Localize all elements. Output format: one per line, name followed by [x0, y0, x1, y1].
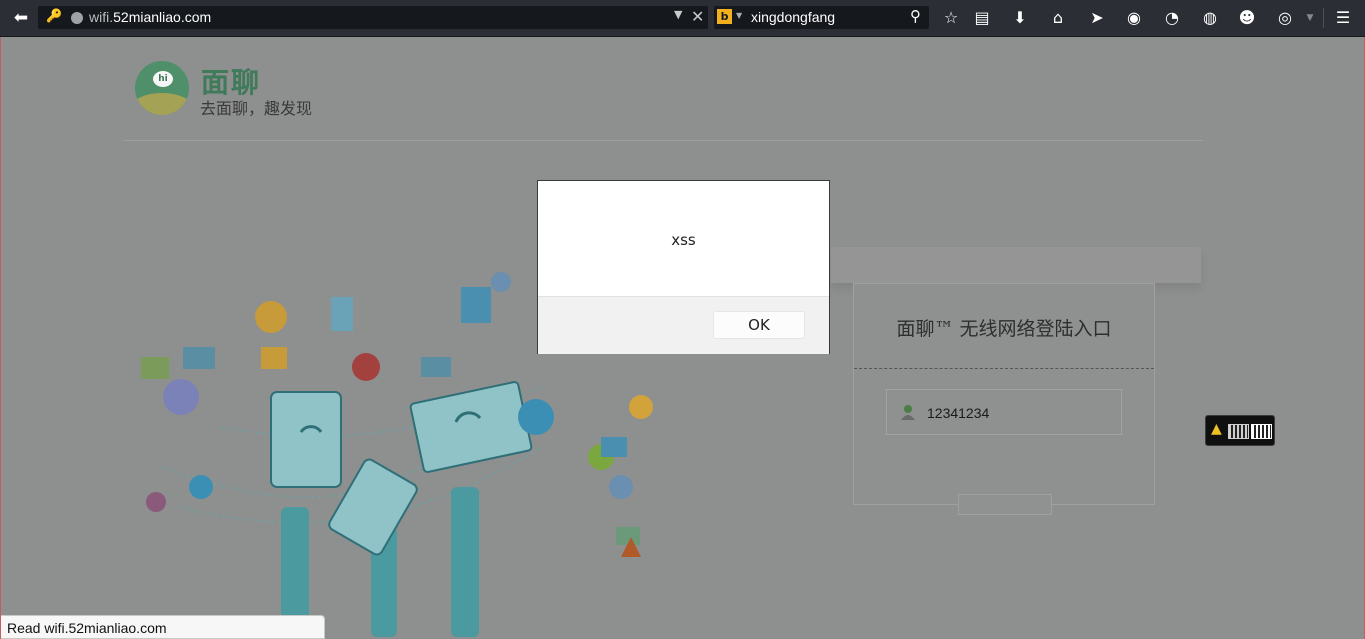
search-engine-dropdown-icon[interactable]: ▼ [736, 11, 742, 20]
username-input[interactable]: 12341234 [886, 389, 1122, 435]
username-value: 12341234 [927, 405, 990, 421]
stop-icon[interactable]: ✕ [691, 7, 704, 26]
alert-dialog: xss OK [537, 180, 830, 354]
alert-message: xss [671, 231, 696, 249]
color-wheel-icon[interactable]: ◎ [1272, 6, 1298, 30]
url-history-dropdown-icon[interactable]: ▼ [674, 8, 682, 21]
soft-keyboard-icon[interactable] [1228, 424, 1249, 439]
search-engine-icon[interactable]: b [717, 9, 732, 24]
user-icon [901, 405, 915, 420]
logo-slogan: 去面聊，趣发现 [200, 99, 313, 118]
url-text: wifi.52mianliao.com [89, 9, 212, 25]
search-input[interactable]: xingdongfang [751, 9, 835, 25]
login-divider [854, 368, 1154, 369]
palette-icon[interactable]: ◍ [1197, 6, 1223, 30]
globe-icon [71, 12, 83, 24]
search-bar[interactable]: b ▼ xingdongfang ⚲ [714, 6, 929, 29]
toolbar-divider [1323, 8, 1324, 28]
home-icon[interactable]: ⌂ [1045, 6, 1071, 30]
logo-icon: hi [135, 61, 189, 115]
eye-extension-icon[interactable]: ◉ [1121, 6, 1147, 30]
bookmarks-list-icon[interactable]: ▤ [969, 6, 995, 30]
browser-toolbar: ⬅ 🔑 wifi.52mianliao.com ▼ ✕ b ▼ xingdong… [0, 0, 1365, 37]
back-button[interactable]: ⬅ [8, 6, 34, 30]
smiley-icon[interactable]: ☻ [1234, 6, 1260, 30]
login-panel-header [831, 247, 1201, 283]
download-icon[interactable]: ⬇ [1007, 6, 1033, 30]
penguin-icon[interactable]: ▲ [1211, 421, 1222, 437]
login-title: 面聊™ 无线网络登陆入口 [896, 318, 1112, 340]
key-icon: 🔑 [46, 9, 63, 24]
input-method-widget[interactable]: ▲ [1205, 415, 1275, 446]
send-icon[interactable]: ➤ [1084, 6, 1110, 30]
menu-icon[interactable]: ☰ [1330, 6, 1356, 30]
color-wheel-dropdown-icon[interactable]: ▼ [1297, 6, 1323, 30]
url-bar[interactable]: 🔑 wifi.52mianliao.com ▼ ✕ [38, 6, 708, 29]
alert-footer: OK [538, 296, 829, 354]
logo-hi-text: hi [153, 71, 173, 87]
login-button[interactable] [958, 494, 1052, 515]
ok-button[interactable]: OK [713, 311, 805, 339]
search-icon[interactable]: ⚲ [910, 7, 921, 25]
keyboard-icon[interactable] [1251, 424, 1272, 439]
history-icon[interactable]: ◔ [1159, 6, 1185, 30]
bookmark-star-icon[interactable]: ☆ [938, 6, 964, 30]
status-text: Read wifi.52mianliao.com [7, 620, 167, 636]
header-divider [123, 140, 1203, 141]
login-panel: 面聊™ 无线网络登陆入口 12341234 [853, 283, 1155, 515]
status-bar: Read wifi.52mianliao.com [1, 615, 325, 639]
